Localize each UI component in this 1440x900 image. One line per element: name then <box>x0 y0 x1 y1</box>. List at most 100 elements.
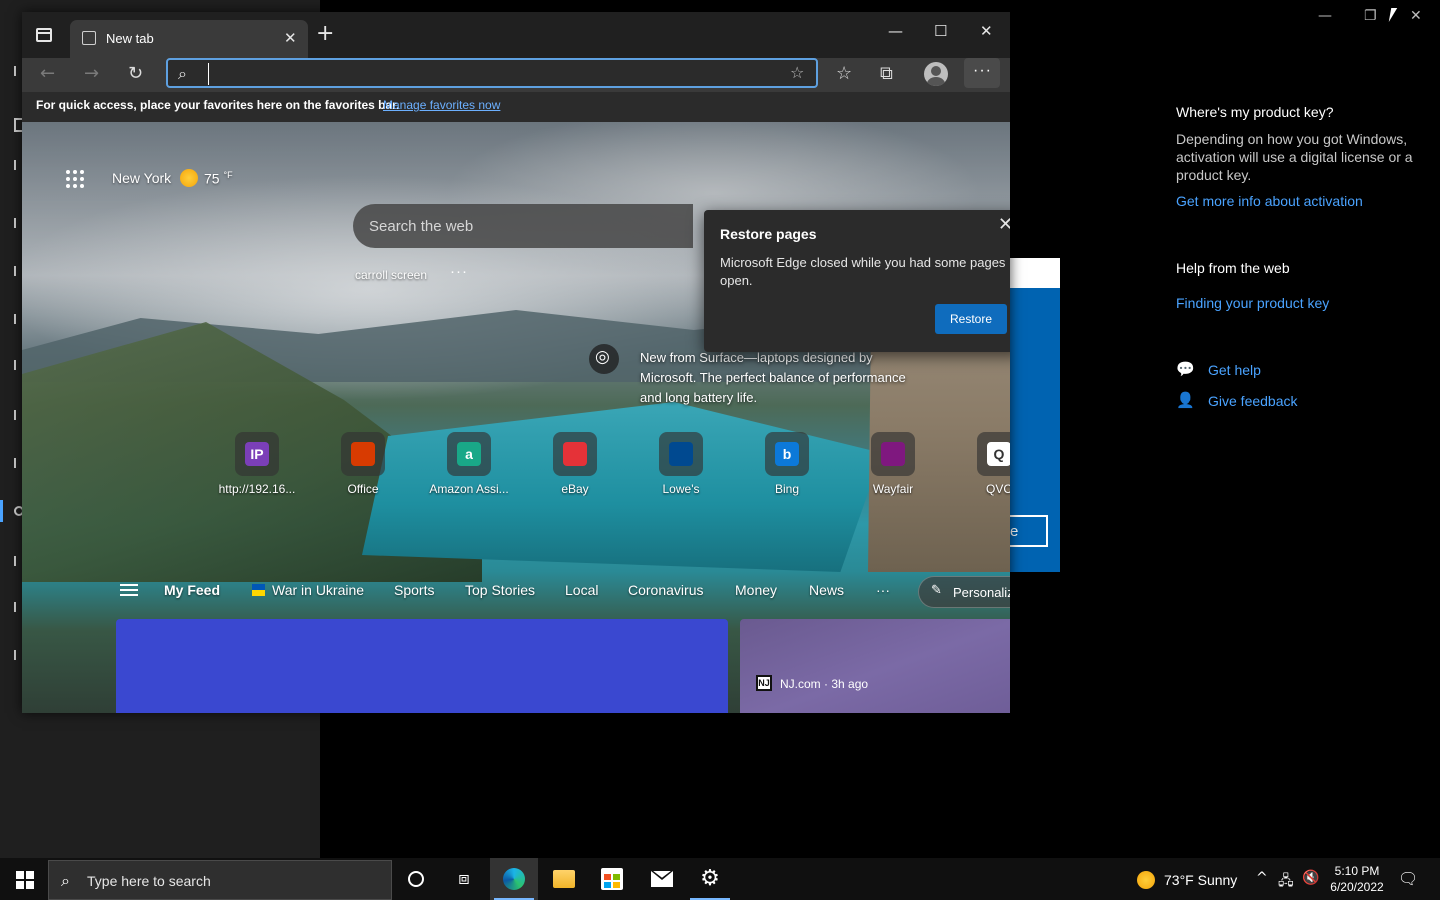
settings-minimize-icon[interactable]: — <box>1318 8 1332 24</box>
browser-toolbar: ← → ↻ ⌕ ☆ ☆ ⧉ ··· <box>22 58 1010 92</box>
feed-menu-icon[interactable] <box>120 584 138 596</box>
tray-weather[interactable]: 73°F Sunny <box>1164 872 1237 888</box>
tile-logo-icon <box>563 442 587 466</box>
tile-site-icon: IP <box>235 432 279 476</box>
profile-avatar[interactable] <box>924 62 948 86</box>
folder-icon <box>553 870 575 888</box>
tray-weather-sun-icon[interactable] <box>1137 871 1155 889</box>
tile-logo-icon: IP <box>245 442 269 466</box>
manage-favorites-link[interactable]: Manage favorites now <box>383 98 500 112</box>
restore-popup-close-icon[interactable]: ✕ <box>998 214 1010 235</box>
taskbar-settings-button[interactable]: ⚙ <box>686 858 734 900</box>
tab-new-tab[interactable]: New tab ✕ <box>70 20 308 58</box>
quick-link-tile[interactable]: a Amazon Assi... <box>424 432 514 502</box>
quick-link-tile[interactable]: Office <box>318 432 408 502</box>
tab-close-icon[interactable]: ✕ <box>284 29 297 47</box>
feed-tab-money[interactable]: Money <box>735 582 777 598</box>
background-dialog-button[interactable]: e <box>1010 515 1048 547</box>
quick-link-carroll-screen[interactable]: carroll screen <box>355 268 427 282</box>
feed-tab-coronavirus[interactable]: Coronavirus <box>628 582 703 598</box>
browser-close-button[interactable]: ✕ <box>980 22 993 40</box>
tile-label: Lowe's <box>662 482 700 496</box>
tile-logo-icon <box>881 442 905 466</box>
browser-minimize-button[interactable]: — <box>888 22 903 40</box>
cortana-button[interactable] <box>392 858 440 900</box>
task-view-button[interactable]: ⧈ <box>440 858 488 900</box>
feed-card-main[interactable] <box>116 619 728 713</box>
weather-city[interactable]: New York <box>112 170 171 186</box>
taskbar-search-icon: ⌕ <box>61 871 70 890</box>
refresh-icon[interactable]: ↻ <box>128 63 143 84</box>
feed-more-icon[interactable]: ··· <box>876 582 890 598</box>
feed-card-side[interactable]: NJ NJ.com · 3h ago <box>740 619 1010 713</box>
quick-link-tile[interactable]: b Bing <box>742 432 832 502</box>
back-arrow-icon[interactable]: ← <box>40 63 55 84</box>
taskbar-store-button[interactable] <box>588 858 636 900</box>
promo-text[interactable]: New from Surface—laptops designed by Mic… <box>640 348 910 408</box>
store-bag-icon <box>601 868 623 890</box>
restore-button[interactable]: Restore <box>935 304 1007 334</box>
weather-temp-unit: °F <box>223 170 233 180</box>
tray-network-icon[interactable]: 🖧 <box>1278 870 1294 894</box>
address-input[interactable] <box>208 63 768 85</box>
tray-clock[interactable]: 5:10 PM 6/20/2022 <box>1322 863 1392 895</box>
feed-tab-top-stories[interactable]: Top Stories <box>465 582 535 598</box>
tab-bar: New tab ✕ + — ☐ ✕ <box>22 12 1010 58</box>
taskbar-search-input[interactable] <box>87 871 377 891</box>
quick-link-tile[interactable]: eBay <box>530 432 620 502</box>
start-windows-icon[interactable] <box>16 871 34 889</box>
quick-link-tile[interactable]: Lowe's <box>636 432 726 502</box>
taskbar-mail-button[interactable] <box>638 858 686 900</box>
tile-label: Amazon Assi... <box>429 482 509 496</box>
give-feedback-link[interactable]: Give feedback <box>1208 393 1298 409</box>
settings-and-more-button[interactable]: ··· <box>964 58 1000 88</box>
taskbar-edge-button[interactable] <box>490 858 538 900</box>
collections-icon[interactable]: ⧉ <box>880 63 893 84</box>
browser-maximize-button[interactable]: ☐ <box>934 22 947 40</box>
personalize-button[interactable]: ✎ Personalize <box>918 576 1010 608</box>
feed-tab-news[interactable]: News <box>809 582 844 598</box>
tray-volume-muted-icon[interactable]: 🔇 <box>1302 870 1319 886</box>
feed-tab-sports[interactable]: Sports <box>394 582 434 598</box>
edge-icon <box>503 868 525 890</box>
finding-product-key-link[interactable]: Finding your product key <box>1176 295 1329 311</box>
tray-chevron-up-icon[interactable]: ^ <box>1256 870 1268 886</box>
tray-time: 5:10 PM <box>1334 864 1380 878</box>
new-tab-button[interactable]: + <box>316 23 334 45</box>
tab-actions-icon[interactable] <box>36 28 52 42</box>
feed-tab-local[interactable]: Local <box>565 582 598 598</box>
quick-link-tile[interactable]: Wayfair <box>848 432 938 502</box>
personalize-label: Personalize <box>953 585 1010 600</box>
favorites-icon[interactable]: ☆ <box>836 63 852 84</box>
app-launcher-grid-icon[interactable] <box>66 170 84 188</box>
action-center-icon[interactable]: 🗨 <box>1398 869 1418 888</box>
quick-link-tile[interactable]: Q QVC <box>954 432 1010 502</box>
background-dialog-button-label: e <box>1010 523 1019 540</box>
weather-temp-value: 75 <box>204 170 220 187</box>
get-help-link[interactable]: Get help <box>1208 362 1261 378</box>
settings-maximize-icon[interactable]: ❐ <box>1364 8 1377 24</box>
restore-popup-body: Microsoft Edge closed while you had some… <box>720 255 1006 288</box>
weather-temperature[interactable]: 75 °F <box>204 170 233 187</box>
forward-arrow-icon[interactable]: → <box>84 63 99 84</box>
web-search-input[interactable] <box>369 216 669 236</box>
tile-label: Office <box>347 482 379 496</box>
activation-info-link[interactable]: Get more info about activation <box>1176 193 1363 209</box>
give-feedback-icon: 👤 <box>1176 391 1195 409</box>
web-search-box[interactable] <box>353 204 693 248</box>
feed-tab-war-in-ukraine[interactable]: War in Ukraine <box>272 582 364 598</box>
feed-tab-my-feed[interactable]: My Feed <box>164 582 220 598</box>
quick-links-more-icon[interactable]: ··· <box>450 263 468 280</box>
favorites-bar-hint: For quick access, place your favorites h… <box>36 98 400 112</box>
taskbar-search-box[interactable]: ⌕ <box>48 860 392 900</box>
add-favorite-star-icon[interactable]: ☆ <box>790 63 804 82</box>
tile-logo-icon: a <box>457 442 481 466</box>
promo-globe-icon[interactable]: ◎ <box>589 344 619 374</box>
quick-link-tile[interactable]: IP http://192.16... <box>212 432 302 502</box>
mail-envelope-icon <box>651 871 673 887</box>
tile-label: eBay <box>561 482 589 496</box>
tile-label: QVC <box>985 482 1010 496</box>
taskbar-file-explorer-button[interactable] <box>540 858 588 900</box>
settings-close-icon[interactable]: ✕ <box>1410 8 1422 24</box>
address-bar[interactable]: ⌕ ☆ <box>166 58 818 88</box>
